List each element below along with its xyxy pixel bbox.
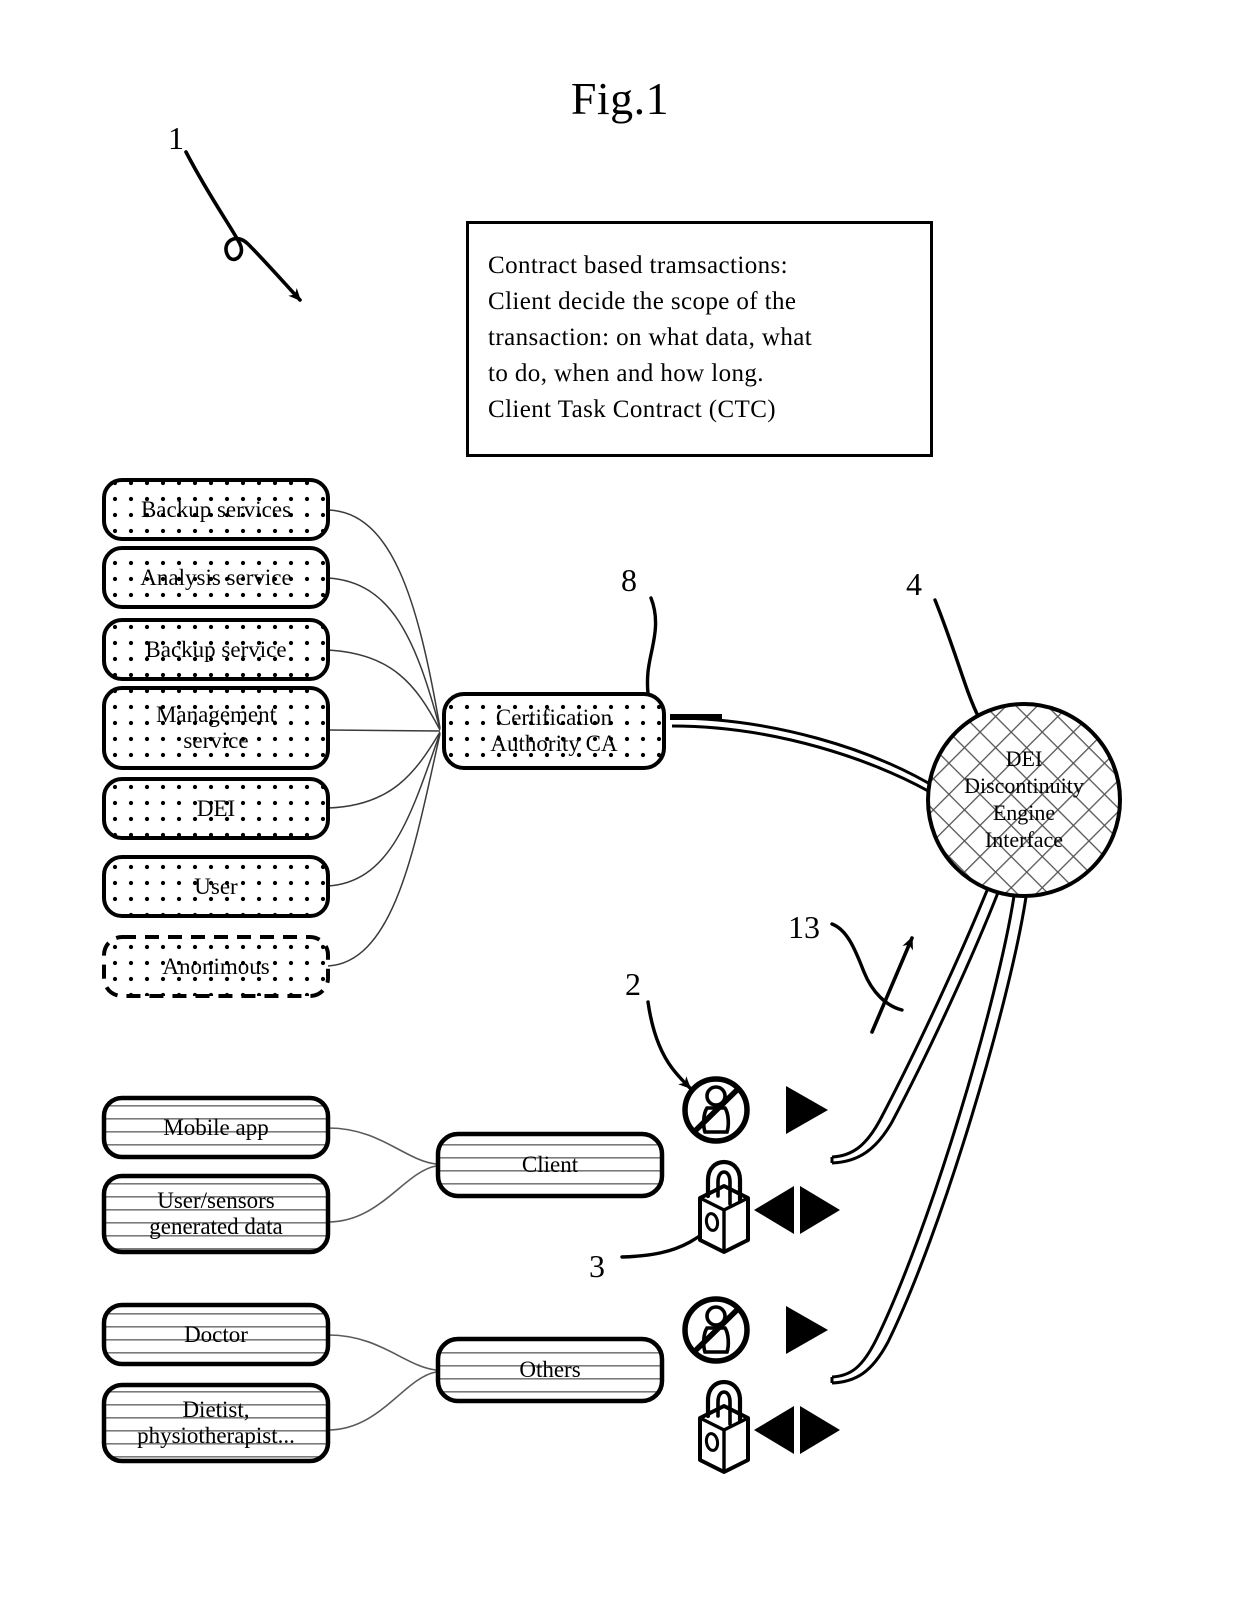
dei-to-client-connector <box>830 887 1001 1165</box>
certification-authority-node[interactable] <box>442 692 666 770</box>
source-node-doctor[interactable] <box>101 1302 331 1367</box>
client-group-connectors <box>327 1127 437 1223</box>
right-triangle-arrow <box>786 1306 828 1354</box>
reference-numeral-1: 1 <box>168 120 184 156</box>
reference-numeral-13: 13 <box>788 909 820 945</box>
service-node-anonimous[interactable] <box>102 935 330 998</box>
service-to-ca-connectors <box>327 509 441 967</box>
leader-line-13 <box>830 922 914 1034</box>
service-node-user[interactable] <box>102 855 330 918</box>
aggregate-node-others[interactable] <box>435 1336 665 1404</box>
padlock-icon[interactable] <box>698 1379 750 1474</box>
service-node-management-service[interactable] <box>102 686 330 770</box>
ca-to-dei-connector <box>670 714 945 802</box>
figure-title: Fig.1 <box>570 73 670 124</box>
aggregate-node-client[interactable] <box>435 1131 665 1199</box>
reference-numeral-4: 4 <box>906 566 922 602</box>
no-person-icon[interactable] <box>682 1296 750 1364</box>
reference-numeral-3: 3 <box>589 1248 605 1284</box>
service-node-backup-services[interactable] <box>102 478 330 541</box>
service-node-shapes <box>102 478 330 998</box>
source-node-user-sensors-data[interactable] <box>101 1173 331 1255</box>
leader-line-2 <box>646 1000 692 1090</box>
others-group-connectors <box>327 1334 437 1431</box>
service-node-backup-service[interactable] <box>102 618 330 681</box>
bidirectional-triangle-arrow <box>754 1186 840 1234</box>
leader-line-1 <box>184 150 302 302</box>
figure-canvas: Fig.1 Contract based tramsactions: Clien… <box>0 0 1240 1605</box>
service-node-dei[interactable] <box>102 777 330 840</box>
source-node-mobile-app[interactable] <box>101 1095 331 1160</box>
reference-numeral-8: 8 <box>621 562 637 598</box>
service-node-analysis-service[interactable] <box>102 546 330 609</box>
bidirectional-triangle-arrow <box>754 1406 840 1454</box>
padlock-icon[interactable] <box>698 1159 750 1254</box>
contract-note-text: Contract based tramsactions: Client deci… <box>488 252 813 423</box>
reference-numeral-2: 2 <box>625 966 641 1002</box>
right-triangle-arrow <box>786 1086 828 1134</box>
no-person-icon[interactable] <box>682 1076 750 1144</box>
source-node-dietist-physiotherapist[interactable] <box>101 1382 331 1464</box>
dei-circle-node[interactable] <box>926 702 1122 898</box>
client-node-shapes <box>101 1095 665 1464</box>
